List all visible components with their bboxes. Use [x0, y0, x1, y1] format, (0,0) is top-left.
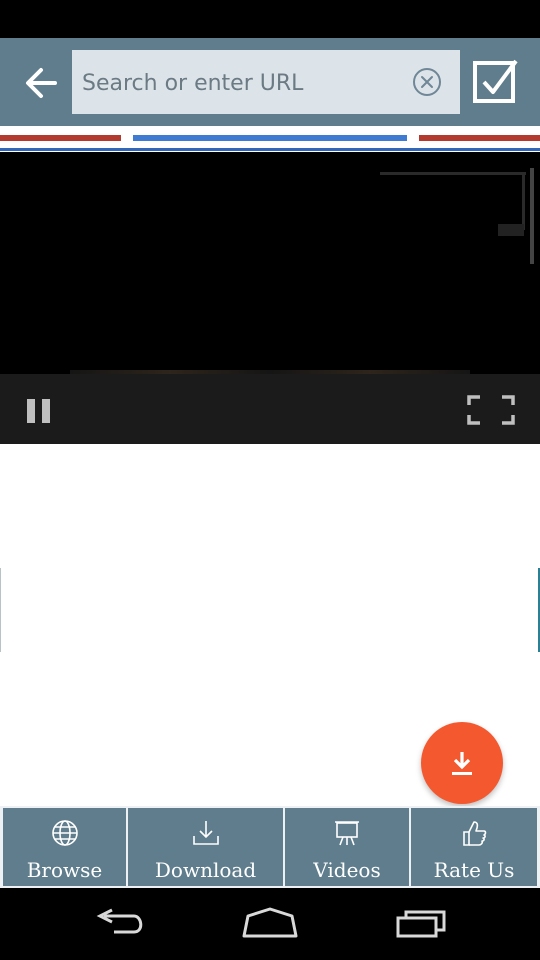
- arrow-left-icon: [26, 68, 57, 98]
- page-load-indicator: [0, 126, 540, 152]
- tricolor-blue: [133, 135, 407, 141]
- pause-icon[interactable]: [24, 396, 54, 426]
- nav-videos-label: Videos: [313, 858, 381, 882]
- home-icon[interactable]: [240, 906, 300, 942]
- nav-rate-us[interactable]: Rate Us: [411, 808, 537, 886]
- video-player[interactable]: [0, 152, 540, 444]
- recents-icon[interactable]: [392, 906, 452, 942]
- header-divider: [0, 148, 540, 151]
- fullscreen-icon[interactable]: [466, 394, 516, 426]
- nav-browse-label: Browse: [26, 858, 103, 882]
- back-button[interactable]: [18, 60, 64, 106]
- nav-browse[interactable]: Browse: [3, 808, 126, 886]
- monitor-icon: [335, 821, 359, 846]
- globe-icon: [51, 820, 78, 846]
- tricolor-red-right: [419, 135, 540, 141]
- download-fab-button[interactable]: [421, 722, 503, 804]
- nav-videos[interactable]: Videos: [285, 808, 409, 886]
- nav-download-label: Download: [154, 858, 257, 882]
- nav-rate-us-label: Rate Us: [433, 858, 515, 882]
- thumbs-up-icon: [463, 821, 487, 846]
- url-input[interactable]: [80, 50, 404, 116]
- content-edge-left: [0, 568, 1, 652]
- download-tray-icon: [192, 821, 219, 845]
- url-bar[interactable]: [72, 50, 460, 116]
- tricolor-red-left: [0, 135, 121, 141]
- video-scrollbar: [530, 168, 534, 264]
- bottom-navigation: Browse Download Videos Rate Us: [0, 806, 540, 888]
- download-icon: [452, 752, 472, 775]
- back-icon[interactable]: [90, 906, 150, 942]
- video-content-frame-edge: [522, 172, 525, 230]
- video-content-block: [498, 224, 524, 236]
- system-navigation-bar: [0, 888, 540, 960]
- browser-toolbar: [0, 38, 540, 126]
- video-content-frame: [380, 172, 526, 175]
- close-circle-icon[interactable]: [412, 67, 442, 97]
- status-bar: [0, 0, 540, 38]
- checkbox-icon[interactable]: [472, 58, 520, 106]
- nav-download[interactable]: Download: [128, 808, 283, 886]
- video-controls: [0, 374, 540, 444]
